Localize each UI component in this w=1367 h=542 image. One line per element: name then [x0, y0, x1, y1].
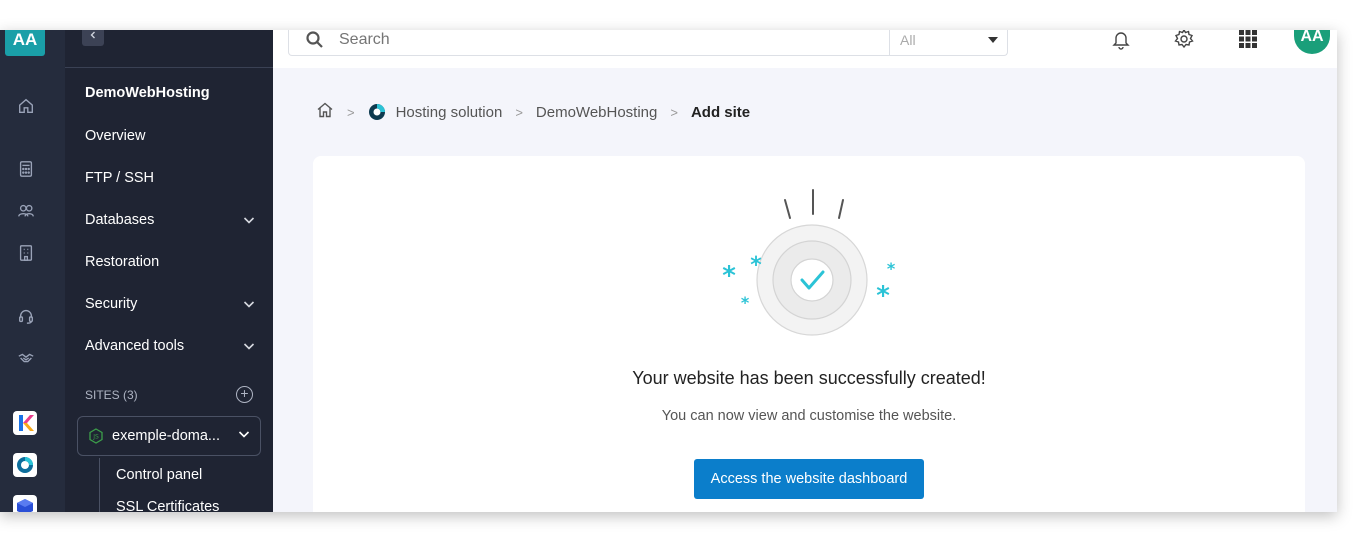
sidebar-item-advanced-tools[interactable]: Advanced tools [85, 338, 255, 354]
users-icon[interactable] [16, 201, 36, 221]
breadcrumb-separator: > [515, 104, 523, 120]
svg-text:*: * [722, 261, 736, 291]
partnership-icon[interactable] [16, 348, 36, 368]
search-bar[interactable]: All [288, 30, 1008, 56]
breadcrumb: > Hosting solution > DemoWebHosting > Ad… [316, 101, 750, 123]
svg-text:*: * [887, 259, 896, 278]
support-headset-icon[interactable] [16, 306, 36, 326]
search-icon [305, 30, 325, 50]
site-selector[interactable]: JS exemple-doma... [77, 416, 261, 456]
svg-text:*: * [750, 253, 762, 278]
chevron-down-icon [238, 428, 250, 444]
sidebar-item-overview[interactable]: Overview [85, 128, 255, 144]
sidebar-item-label: Security [85, 296, 138, 312]
hosting-app-icon[interactable] [13, 453, 37, 477]
sidebar-item-ftp-ssh[interactable]: FTP / SSH [85, 170, 255, 186]
breadcrumb-item[interactable]: DemoWebHosting [536, 104, 657, 121]
kdrive-app-icon[interactable] [13, 411, 37, 435]
bell-icon[interactable] [1110, 30, 1132, 50]
nodejs-icon: JS [88, 428, 104, 444]
calculator-icon[interactable] [16, 159, 36, 179]
sidebar-subitem-control-panel[interactable]: Control panel [116, 467, 202, 483]
success-card: * * * * * Your website has been successf… [313, 156, 1305, 512]
top-bar: All AA [273, 30, 1337, 68]
caret-down-icon [988, 37, 998, 43]
sidebar-item-databases[interactable]: Databases [85, 212, 255, 228]
sidebar-header [65, 30, 273, 68]
hosting-logo-icon [368, 104, 385, 120]
sites-section-label: SITES (3) [85, 388, 138, 402]
chevron-down-icon [243, 340, 255, 352]
settings-gear-icon[interactable] [1173, 30, 1195, 50]
breadcrumb-item[interactable]: Hosting solution [396, 104, 503, 121]
sidebar-subitem-ssl-certificates[interactable]: SSL Certificates [116, 499, 219, 512]
submenu-guide-line [99, 458, 100, 512]
sidebar-item-label: FTP / SSH [85, 170, 155, 186]
success-title: Your website has been successfully creat… [632, 368, 986, 388]
svg-text:JS: JS [92, 434, 99, 441]
home-icon[interactable] [316, 101, 334, 123]
breadcrumb-separator: > [347, 104, 355, 120]
search-input[interactable] [339, 30, 869, 49]
success-check-illustration: * * * * * [722, 189, 896, 336]
home-icon[interactable] [16, 96, 36, 116]
sidebar: DemoWebHosting Overview FTP / SSH Databa… [65, 30, 273, 512]
svg-text:*: * [741, 293, 750, 312]
cube-app-icon[interactable] [13, 495, 37, 512]
sidebar-item-label: Restoration [85, 254, 160, 270]
collapse-sidebar-button[interactable] [82, 30, 104, 46]
app-window: AA DemoWebHosting Overview FTP / SSH Dat… [0, 30, 1337, 512]
user-avatar[interactable]: AA [1294, 30, 1330, 54]
app-rail: AA [0, 30, 65, 512]
apps-grid-icon[interactable] [1237, 30, 1259, 50]
sidebar-item-label: Overview [85, 128, 146, 144]
sidebar-item-restoration[interactable]: Restoration [85, 254, 255, 270]
breadcrumb-current: Add site [690, 103, 751, 121]
rail-avatar[interactable]: AA [5, 30, 45, 56]
add-site-button[interactable]: + [236, 386, 253, 403]
access-dashboard-button[interactable]: Access the website dashboard [694, 459, 924, 499]
success-subtitle: You can now view and customise the websi… [661, 408, 957, 424]
site-selector-label: exemple-doma... [112, 428, 220, 444]
sidebar-item-security[interactable]: Security [85, 296, 255, 312]
building-icon[interactable] [16, 243, 36, 263]
chevron-left-icon [90, 31, 95, 39]
chevron-down-icon [243, 214, 255, 226]
search-filter-select[interactable]: All [889, 30, 1008, 56]
sidebar-item-label: Databases [85, 212, 155, 228]
search-filter-value: All [900, 32, 916, 48]
sidebar-title: DemoWebHosting [85, 85, 210, 101]
svg-text:*: * [876, 281, 890, 311]
chevron-down-icon [243, 298, 255, 310]
breadcrumb-separator: > [670, 104, 678, 120]
sidebar-item-label: Advanced tools [85, 338, 185, 354]
